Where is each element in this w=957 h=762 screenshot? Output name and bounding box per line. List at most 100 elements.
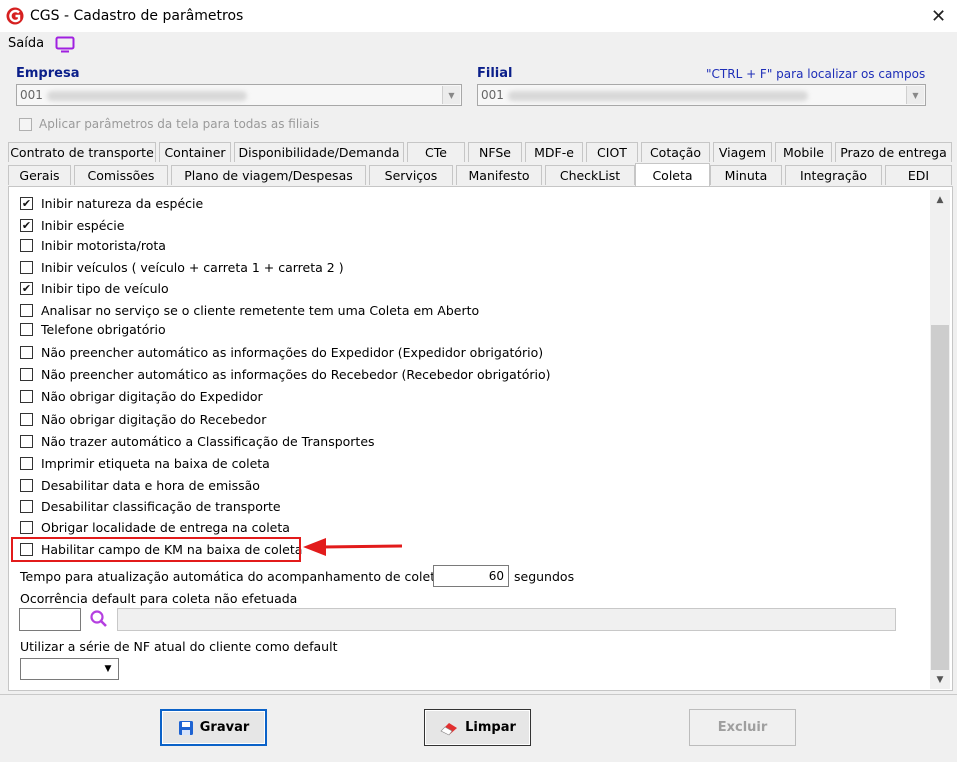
option-checkbox[interactable]: ✔: [20, 281, 33, 295]
option-row[interactable]: ✔ Inibir tipo de veículo: [20, 279, 169, 297]
scroll-down-icon[interactable]: ▼: [930, 670, 950, 690]
option-checkbox[interactable]: [20, 303, 33, 317]
option-checkbox[interactable]: [20, 367, 33, 381]
tab-container[interactable]: Container: [159, 142, 231, 162]
highlight-box: [11, 537, 301, 562]
option-row[interactable]: Desabilitar data e hora de emissão: [20, 476, 260, 494]
tab-cotacao[interactable]: Cotação: [641, 142, 710, 162]
gravar-button[interactable]: Gravar: [160, 709, 267, 746]
option-checkbox[interactable]: [20, 345, 33, 359]
option-checkbox[interactable]: ✔: [20, 218, 33, 232]
tab-disponibilidade[interactable]: Disponibilidade/Demanda: [234, 142, 404, 162]
scroll-up-icon[interactable]: ▲: [930, 190, 950, 210]
option-row[interactable]: Desabilitar classificação de transporte: [20, 497, 281, 515]
tab-contrato-transporte[interactable]: Contrato de transporte: [8, 142, 156, 162]
chevron-down-icon[interactable]: ▼: [100, 661, 116, 677]
apply-all-checkbox[interactable]: [19, 118, 32, 131]
option-label: Inibir veículos ( veículo + carreta 1 + …: [41, 259, 344, 275]
tab-plano-viagem[interactable]: Plano de viagem/Despesas: [171, 165, 366, 185]
tab-checklist[interactable]: CheckList: [545, 165, 635, 185]
empresa-name-redacted: [47, 91, 247, 101]
update-time-input[interactable]: 60: [433, 565, 509, 587]
excluir-button: Excluir: [689, 709, 796, 746]
tab-ciot[interactable]: CIOT: [586, 142, 638, 162]
option-label: Telefone obrigatório: [41, 321, 166, 337]
tab-manifesto[interactable]: Manifesto: [456, 165, 542, 185]
nf-series-select[interactable]: ▼: [20, 658, 119, 680]
option-row[interactable]: Não trazer automático a Classificação de…: [20, 432, 375, 450]
update-time-unit: segundos: [514, 569, 575, 584]
option-checkbox[interactable]: [20, 434, 33, 448]
option-row[interactable]: Inibir motorista/rota: [20, 236, 166, 254]
option-label: Imprimir etiqueta na baixa de coleta: [41, 455, 270, 471]
tab-comissoes[interactable]: Comissões: [74, 165, 168, 185]
option-checkbox[interactable]: [20, 499, 33, 513]
gravar-label: Gravar: [199, 720, 250, 735]
apply-all-label: Aplicar parâmetros da tela para todas as…: [39, 117, 320, 131]
limpar-label: Limpar: [465, 720, 516, 735]
option-row[interactable]: Não obrigar digitação do Expedidor: [20, 387, 263, 405]
tab-cte[interactable]: CTe: [407, 142, 465, 162]
chevron-down-icon[interactable]: ▼: [442, 86, 460, 104]
option-label: Não preencher automático as informações …: [41, 366, 551, 382]
tab-coleta[interactable]: Coleta: [635, 163, 710, 186]
option-checkbox[interactable]: [20, 389, 33, 403]
option-label: Não preencher automático as informações …: [41, 344, 544, 360]
option-checkbox[interactable]: [20, 260, 33, 274]
empresa-code: 001: [20, 88, 43, 102]
option-label: Desabilitar data e hora de emissão: [41, 477, 260, 493]
occurrence-description-field: [117, 608, 896, 631]
option-row[interactable]: Inibir veículos ( veículo + carreta 1 + …: [20, 258, 344, 276]
tab-gerais[interactable]: Gerais: [8, 165, 71, 185]
option-row[interactable]: ✔ Inibir espécie: [20, 216, 124, 234]
option-row[interactable]: Não preencher automático as informações …: [20, 365, 551, 383]
option-checkbox[interactable]: [20, 322, 33, 336]
nf-series-label: Utilizar a série de NF atual do cliente …: [20, 639, 338, 654]
tab-viagem[interactable]: Viagem: [713, 142, 772, 162]
option-checkbox[interactable]: [20, 456, 33, 470]
option-checkbox[interactable]: [20, 238, 33, 252]
scroll-thumb[interactable]: [931, 325, 949, 670]
tab-mdfe[interactable]: MDF-e: [525, 142, 583, 162]
option-checkbox[interactable]: [20, 478, 33, 492]
option-label: Analisar no serviço se o cliente remeten…: [41, 302, 480, 318]
monitor-icon[interactable]: [55, 36, 75, 53]
filial-code: 001: [481, 88, 504, 102]
tab-nfse[interactable]: NFSe: [468, 142, 522, 162]
app-logo-icon: [6, 7, 24, 25]
option-row[interactable]: Telefone obrigatório: [20, 320, 166, 338]
option-label: Obrigar localidade de entrega na coleta: [41, 519, 290, 535]
save-icon: [178, 720, 193, 735]
arrow-icon: [303, 538, 403, 556]
option-row[interactable]: Obrigar localidade de entrega na coleta: [20, 518, 290, 536]
close-icon[interactable]: ✕: [920, 0, 957, 32]
tab-integracao[interactable]: Integração: [785, 165, 882, 185]
tab-mobile[interactable]: Mobile: [775, 142, 832, 162]
option-row[interactable]: Imprimir etiqueta na baixa de coleta: [20, 454, 270, 472]
option-row[interactable]: Analisar no serviço se o cliente remeten…: [20, 301, 479, 319]
option-label: Inibir motorista/rota: [41, 237, 166, 253]
tab-prazo-entrega[interactable]: Prazo de entrega: [835, 142, 952, 162]
chevron-down-icon[interactable]: ▼: [906, 86, 924, 104]
option-checkbox[interactable]: [20, 520, 33, 534]
option-label: Não obrigar digitação do Expedidor: [41, 388, 263, 404]
option-row[interactable]: ✔ Inibir natureza da espécie: [20, 194, 203, 212]
menu-saida[interactable]: Saída: [8, 36, 44, 51]
limpar-button[interactable]: Limpar: [424, 709, 531, 746]
occurrence-code-input[interactable]: [19, 608, 81, 631]
option-checkbox[interactable]: ✔: [20, 196, 33, 210]
filial-label: Filial: [477, 66, 513, 81]
filial-select[interactable]: 001 ▼: [477, 84, 926, 106]
option-checkbox[interactable]: [20, 412, 33, 426]
empresa-select[interactable]: 001 ▼: [16, 84, 462, 106]
option-row[interactable]: Não obrigar digitação do Recebedor: [20, 410, 266, 428]
option-label: Desabilitar classificação de transporte: [41, 498, 281, 514]
search-hint: "CTRL + F" para localizar os campos: [706, 67, 926, 81]
eraser-icon: [440, 722, 458, 735]
option-row[interactable]: Não preencher automático as informações …: [20, 343, 543, 361]
filial-name-redacted: [508, 91, 808, 101]
tab-minuta[interactable]: Minuta: [710, 165, 782, 185]
tab-edi[interactable]: EDI: [885, 165, 952, 185]
search-icon[interactable]: [89, 609, 109, 629]
tab-servicos[interactable]: Serviços: [369, 165, 453, 185]
